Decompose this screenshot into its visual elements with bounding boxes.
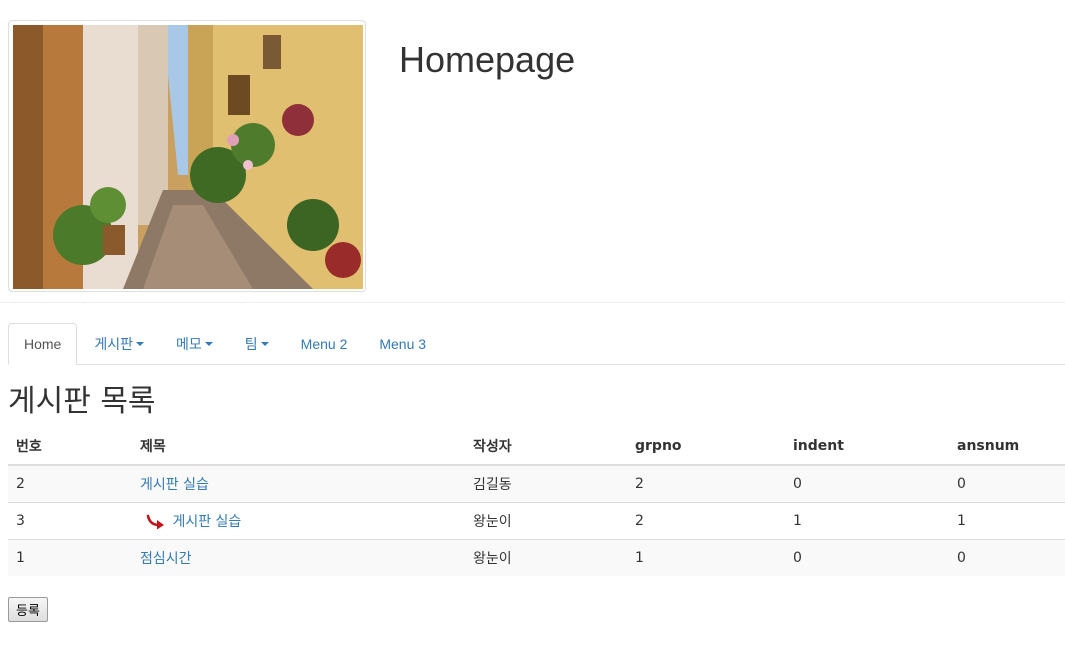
cell-no: 2 [8, 464, 132, 503]
tab-memo-label: 메모 [176, 335, 202, 352]
column-header-writer: 작성자 [465, 428, 627, 466]
column-header-title: 제목 [132, 428, 465, 466]
header-divider [0, 302, 1065, 303]
cell-no: 3 [8, 502, 132, 540]
header-image [8, 20, 366, 292]
site-title: Homepage [399, 39, 576, 80]
reply-arrow-icon [146, 514, 164, 530]
caret-down-icon [204, 341, 213, 346]
cell-grpno: 1 [627, 539, 785, 576]
tab-menu-2[interactable]: Menu 2 [286, 323, 363, 364]
post-title-link[interactable]: 게시판 실습 [140, 477, 209, 493]
cell-ansnum: 1 [949, 502, 1065, 540]
column-header-no: 번호 [8, 428, 132, 466]
cell-grpno: 2 [627, 464, 785, 503]
cell-title: 게시판 실습 [132, 464, 465, 503]
cell-indent: 0 [785, 539, 949, 576]
table-row: 3 게시판 실습 왕눈이 2 1 1 [8, 502, 1065, 540]
page-title: 게시판 목록 [8, 384, 156, 419]
tab-board[interactable]: 게시판 [79, 323, 159, 364]
tab-memo[interactable]: 메모 [161, 323, 228, 364]
tab-menu-3[interactable]: Menu 3 [364, 323, 441, 364]
cell-no: 1 [8, 539, 132, 576]
table-row: 2 게시판 실습 김길동 2 0 0 [8, 464, 1065, 503]
register-button[interactable]: 등록 [8, 597, 48, 622]
tab-team[interactable]: 팀 [230, 323, 284, 364]
cell-grpno: 2 [627, 502, 785, 540]
tab-home-label: Home [24, 336, 62, 352]
column-header-indent: indent [785, 428, 949, 466]
table-header-row: 번호 제목 작성자 grpno indent ansnum [8, 428, 1065, 466]
caret-down-icon [260, 341, 269, 346]
cell-writer: 김길동 [465, 464, 627, 503]
tab-team-label: 팀 [244, 335, 258, 352]
tab-menu-2-label: Menu 2 [300, 335, 348, 352]
cell-ansnum: 0 [949, 464, 1065, 503]
cell-ansnum: 0 [949, 539, 1065, 576]
cell-indent: 1 [785, 502, 949, 540]
tab-board-label: 게시판 [94, 335, 133, 352]
cell-title: 게시판 실습 [132, 502, 465, 540]
street-photo [13, 25, 363, 289]
cell-writer: 왕눈이 [465, 502, 627, 540]
cell-title: 점심시간 [132, 539, 465, 576]
column-header-grpno: grpno [627, 428, 785, 466]
caret-down-icon [136, 341, 144, 346]
tab-home[interactable]: Home [8, 323, 78, 365]
cell-writer: 왕눈이 [465, 539, 627, 576]
post-title-link[interactable]: 게시판 실습 [172, 514, 241, 530]
table-row: 1 점심시간 왕눈이 1 0 0 [8, 539, 1065, 576]
tab-menu-3-label: Menu 3 [379, 335, 427, 352]
nav-tabs: Home 게시판 메모 팀 Menu 2 Menu 3 [8, 323, 1065, 365]
post-title-link[interactable]: 점심시간 [140, 551, 192, 567]
board-table: 번호 제목 작성자 grpno indent ansnum 2 게시판 실습 김… [8, 428, 1065, 576]
column-header-ansnum: ansnum [949, 428, 1065, 466]
cell-indent: 0 [785, 464, 949, 503]
